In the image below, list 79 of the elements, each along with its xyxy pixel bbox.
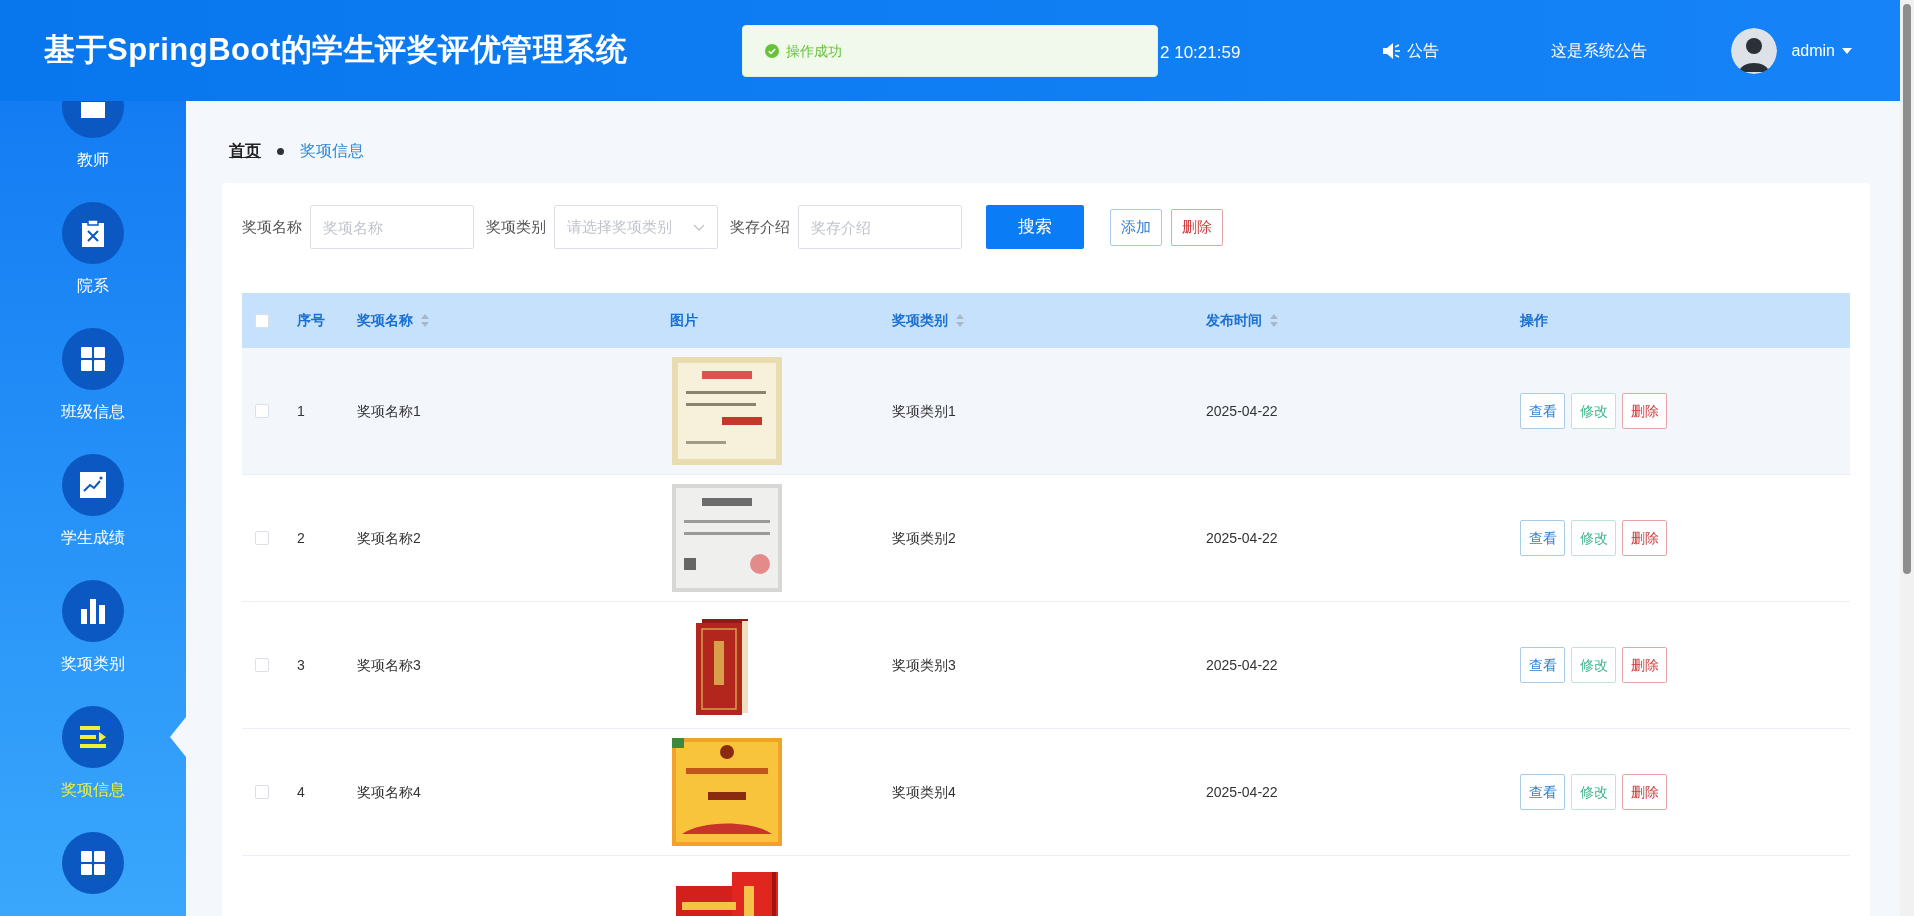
column-header[interactable]: 序号	[290, 293, 357, 348]
notice-link[interactable]: 公告	[1382, 38, 1440, 63]
speaker-icon	[1382, 41, 1401, 60]
user-menu[interactable]: admin	[1791, 38, 1852, 63]
edit-button[interactable]: 修改	[1571, 520, 1616, 556]
view-button[interactable]: 查看	[1520, 520, 1565, 556]
field-label: 奖项名称	[242, 216, 302, 237]
checkbox[interactable]	[255, 785, 269, 799]
table-cell-text: 4	[297, 782, 305, 802]
checkbox[interactable]	[255, 404, 269, 418]
bar-chart-icon	[79, 597, 107, 625]
field-label: 奖存介绍	[730, 216, 790, 237]
caret-icon	[1842, 47, 1852, 54]
chevron-icon	[693, 223, 705, 231]
chart-icon	[79, 471, 107, 499]
grid-icon	[79, 345, 107, 373]
delete-button[interactable]: 删除	[1622, 647, 1667, 683]
sidebar-item[interactable]: 院系	[0, 202, 186, 328]
search-button[interactable]: 搜索	[986, 205, 1084, 249]
sort-icon	[1270, 314, 1278, 327]
column-header[interactable]: 图片	[670, 293, 892, 348]
clock-time: 2 10:21:59	[1160, 42, 1241, 64]
toast-message: 操作成功	[786, 41, 842, 61]
field-label: 奖项类别	[486, 216, 546, 237]
checkbox[interactable]	[255, 313, 269, 328]
edit-button[interactable]: 修改	[1571, 774, 1616, 810]
column-header[interactable]: 操作	[1520, 293, 1850, 348]
table-cell-text: 奖项类别3	[892, 655, 956, 675]
table-cell-text: 3	[297, 655, 305, 675]
table-cell-text: 2025-04-22	[1206, 401, 1278, 421]
table-cell-text: 奖项名称2	[357, 528, 421, 548]
separator-dot	[277, 147, 284, 155]
add-button[interactable]: 添加	[1110, 208, 1162, 246]
delete-button[interactable]: 删除	[1622, 520, 1667, 556]
sidebar-item[interactable]: 奖项信息	[0, 706, 186, 832]
column-header[interactable]: 奖项名称	[357, 293, 670, 348]
selection-pointer	[170, 717, 186, 757]
table-cell-text: 奖项类别1	[892, 401, 956, 421]
view-button[interactable]: 查看	[1520, 393, 1565, 429]
table-cell-text: 奖项名称3	[357, 655, 421, 675]
scrollbar[interactable]	[1900, 0, 1914, 916]
input-field[interactable]: 奖项名称	[310, 205, 474, 249]
checkbox[interactable]	[255, 531, 269, 545]
table-cell-text: 奖项类别4	[892, 782, 956, 802]
sort-icon	[421, 314, 429, 327]
sort-icon	[956, 314, 964, 327]
table-cell-text: 2025-04-22	[1206, 655, 1278, 675]
delete-button[interactable]: 删除	[1622, 774, 1667, 810]
sidebar-item[interactable]: 班级信息	[0, 328, 186, 454]
table-cell-text: 2	[297, 528, 305, 548]
delete-button[interactable]: 删除	[1171, 208, 1223, 246]
notice-text: 这是系统公告	[1551, 40, 1648, 61]
column-header[interactable]: 奖项类别	[892, 293, 1206, 348]
table-cell-text: 2025-04-22	[1206, 782, 1278, 802]
table-cell-text: 1	[297, 401, 305, 421]
table-cell-text: 奖项名称1	[357, 401, 421, 421]
checkbox[interactable]	[255, 658, 269, 672]
scroll-thumb[interactable]	[1903, 4, 1911, 574]
input-field[interactable]: 奖存介绍	[798, 205, 962, 249]
edit-button[interactable]: 修改	[1571, 393, 1616, 429]
avatar	[1731, 27, 1778, 74]
table-cell-text: 奖项类别2	[892, 528, 956, 548]
edit-button[interactable]: 修改	[1571, 647, 1616, 683]
app-title: 基于SpringBoot的学生评奖评优管理系统	[44, 31, 628, 70]
sidebar-item[interactable]: 学生成绩	[0, 454, 186, 580]
breadcrumb-link[interactable]: 首页	[229, 139, 261, 163]
column-header[interactable]: 发布时间	[1206, 293, 1520, 348]
delete-button[interactable]: 删除	[1622, 393, 1667, 429]
clipboard-icon	[79, 219, 107, 247]
table-cell-text: 奖项名称4	[357, 782, 421, 802]
view-button[interactable]: 查看	[1520, 774, 1565, 810]
list-icon	[79, 723, 107, 751]
breadcrumb-link[interactable]: 奖项信息	[300, 139, 364, 163]
sidebar-item[interactable]: 奖项类别	[0, 580, 186, 706]
sidebar-item[interactable]: 教师	[0, 101, 186, 202]
table-cell-text: 2025-04-22	[1206, 528, 1278, 548]
check-icon	[765, 44, 779, 58]
grid-icon	[79, 849, 107, 877]
view-button[interactable]: 查看	[1520, 647, 1565, 683]
